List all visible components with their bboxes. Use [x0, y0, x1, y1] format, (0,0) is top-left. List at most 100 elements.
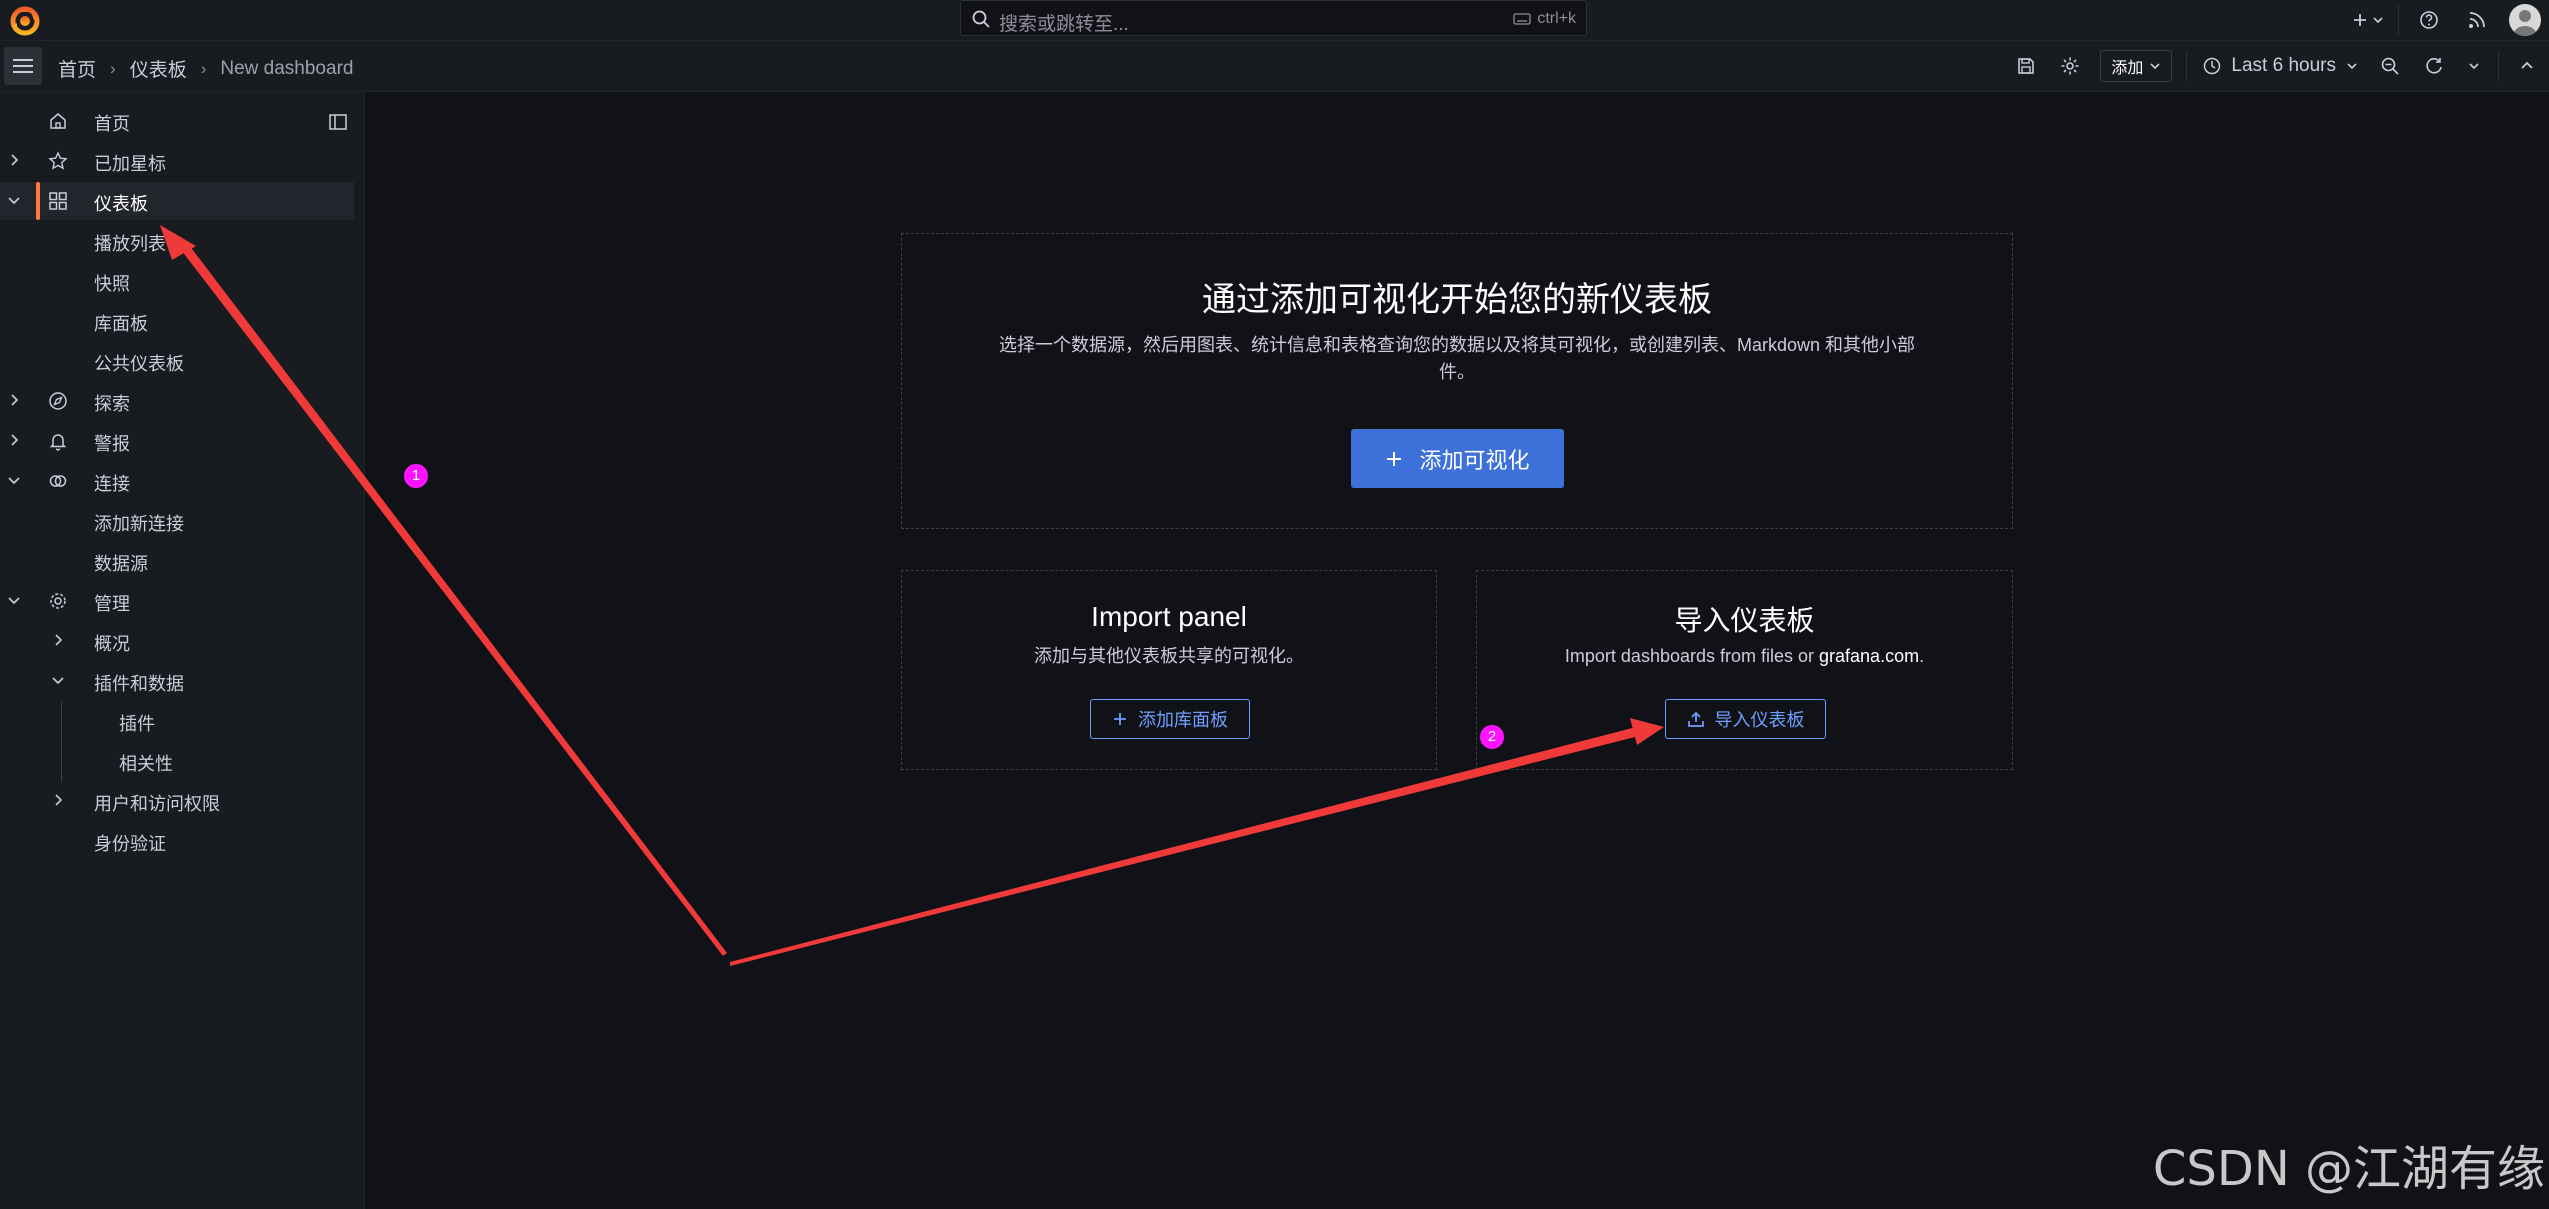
time-range-picker[interactable]: Last 6 hours: [2193, 55, 2368, 77]
sidebar-item-general[interactable]: 概况: [0, 622, 354, 660]
refresh-button[interactable]: [2412, 48, 2456, 84]
top-bar: 搜索或跳转至... ctrl+k: [0, 0, 2549, 41]
chevron-down-icon[interactable]: [6, 592, 22, 608]
add-button[interactable]: 添加: [2100, 50, 2173, 82]
sidebar-item-connections[interactable]: 连接: [0, 462, 354, 500]
chevron-right-icon[interactable]: [6, 392, 22, 408]
dashboard-settings-button[interactable]: [2048, 48, 2092, 84]
sidebar-item-authentication[interactable]: 身份验证: [0, 822, 354, 860]
refresh-interval-dropdown[interactable]: [2456, 48, 2492, 84]
chevron-down-icon: [2373, 17, 2383, 24]
sidebar-item-administration[interactable]: 管理: [0, 582, 354, 620]
sidebar-item-explore[interactable]: 探索: [0, 382, 354, 420]
breadcrumb-separator: ›: [200, 58, 207, 78]
button-label: 添加库面板: [1138, 710, 1228, 730]
sidebar-item-dashboards[interactable]: 仪表板: [0, 182, 354, 220]
import-dashboard-card: 导入仪表板 Import dashboards from files or gr…: [1476, 570, 2013, 770]
sidebar-item-playlists[interactable]: 播放列表: [0, 222, 354, 260]
sidebar-item-public-dashboards[interactable]: 公共仪表板: [0, 342, 354, 380]
chevron-down-icon[interactable]: [6, 472, 22, 488]
sidebar-item-label: 探索: [94, 394, 130, 414]
chevron-right-icon[interactable]: [50, 792, 66, 808]
sidebar-item-users-and-access[interactable]: 用户和访问权限: [0, 782, 354, 820]
add-visualization-button[interactable]: 添加可视化: [1351, 429, 1564, 488]
add-visualization-card: 通过添加可视化开始您的新仪表板 选择一个数据源，然后用图表、统计信息和表格查询您…: [901, 233, 2013, 529]
chevron-down-icon: [2150, 63, 2160, 70]
description-suffix: .: [1919, 646, 1925, 666]
sidebar-item-label: 插件: [119, 714, 155, 734]
description-text: Import dashboards from files or: [1564, 646, 1820, 666]
sidebar-item-label: 首页: [94, 114, 130, 134]
import-panel-card: Import panel 添加与其他仪表板共享的可视化。 添加库面板: [901, 570, 1437, 770]
collapse-toolbar-button[interactable]: [2505, 48, 2549, 84]
search-placeholder: 搜索或跳转至...: [999, 14, 1129, 35]
chevron-down-icon: [2347, 63, 2357, 70]
button-label: 导入仪表板: [1714, 710, 1805, 730]
card-title: 通过添加可视化开始您的新仪表板: [1202, 281, 1712, 319]
breadcrumb-dashboards[interactable]: 仪表板: [130, 55, 187, 82]
sidebar-item-snapshots[interactable]: 快照: [0, 262, 354, 300]
gear-icon: [2061, 57, 2079, 75]
time-range-label: Last 6 hours: [2231, 55, 2336, 76]
star-icon: [48, 151, 68, 170]
save-dashboard-button[interactable]: [2004, 48, 2048, 84]
divider: [2398, 5, 2399, 35]
sidebar-item-label: 添加新连接: [94, 514, 184, 534]
menu-toggle-button[interactable]: [4, 47, 42, 85]
sidebar-item-correlations[interactable]: 相关性: [0, 742, 354, 780]
watermark: CSDN @江湖有缘: [2152, 1141, 2545, 1197]
plus-icon: [2354, 14, 2366, 26]
sidebar-item-home[interactable]: 首页: [0, 102, 354, 140]
import-dashboard-button[interactable]: 导入仪表板: [1665, 699, 1826, 739]
chevron-right-icon[interactable]: [50, 632, 66, 648]
chevron-down-icon[interactable]: [6, 192, 22, 208]
refresh-icon: [2426, 58, 2442, 74]
chevron-right-icon[interactable]: [6, 432, 22, 448]
sidebar-item-label: 身份验证: [94, 834, 166, 854]
chevron-up-icon: [2521, 61, 2533, 69]
gear-icon: [50, 593, 66, 609]
clock-icon: [2204, 57, 2221, 75]
add-library-panel-button[interactable]: 添加库面板: [1090, 699, 1250, 739]
news-button[interactable]: [2453, 2, 2501, 38]
upload-icon: [1687, 711, 1704, 727]
sidebar-item-label: 快照: [94, 274, 130, 294]
profile-button[interactable]: [2501, 2, 2549, 38]
sidebar-item-label: 插件和数据: [94, 674, 184, 694]
grafana-logo-icon[interactable]: [8, 4, 42, 38]
sidebar-item-label: 仪表板: [94, 194, 148, 214]
zoom-out-button[interactable]: [2368, 48, 2412, 84]
help-button[interactable]: [2405, 2, 2453, 38]
sidebar-item-starred[interactable]: 已加星标: [0, 142, 354, 180]
active-indicator: [36, 182, 40, 220]
add-label: 添加: [2111, 60, 2144, 77]
card-description: 添加与其他仪表板共享的可视化。: [1034, 646, 1304, 666]
sidebar-item-library-panels[interactable]: 库面板: [0, 302, 354, 340]
grafana-com-link[interactable]: grafana.com: [1819, 646, 1919, 666]
search-input[interactable]: 搜索或跳转至... ctrl+k: [960, 0, 1587, 36]
sidebar-item-alerting[interactable]: 警报: [0, 422, 354, 460]
breadcrumb-home[interactable]: 首页: [58, 55, 96, 82]
sidebar-item-data-sources[interactable]: 数据源: [0, 542, 354, 580]
home-icon: [50, 113, 66, 129]
keyboard-icon: [1513, 13, 1531, 25]
breadcrumb-current: New dashboard: [220, 57, 354, 79]
save-icon: [2018, 58, 2035, 74]
chevron-right-icon[interactable]: [6, 152, 22, 168]
sidebar-item-label: 相关性: [119, 754, 173, 774]
sidebar-item-add-new-connection[interactable]: 添加新连接: [0, 502, 354, 540]
plus-icon: [1387, 451, 1402, 466]
new-menu-button[interactable]: [2344, 2, 2392, 38]
sidebar-item-label: 管理: [94, 594, 130, 614]
sidebar-item-plugins-and-data[interactable]: 插件和数据: [0, 662, 354, 700]
plus-icon: [1114, 713, 1126, 725]
chevron-down-icon[interactable]: [50, 672, 66, 688]
sidebar-item-plugins[interactable]: 插件: [0, 702, 354, 740]
apps-grid-icon: [49, 192, 67, 210]
compass-icon: [49, 392, 67, 410]
chevron-down-icon: [2469, 63, 2479, 70]
sidebar-item-label: 库面板: [94, 314, 148, 334]
avatar: [2509, 4, 2541, 36]
top-bar-actions: [2344, 0, 2549, 40]
zoom-out-icon: [2381, 57, 2399, 75]
